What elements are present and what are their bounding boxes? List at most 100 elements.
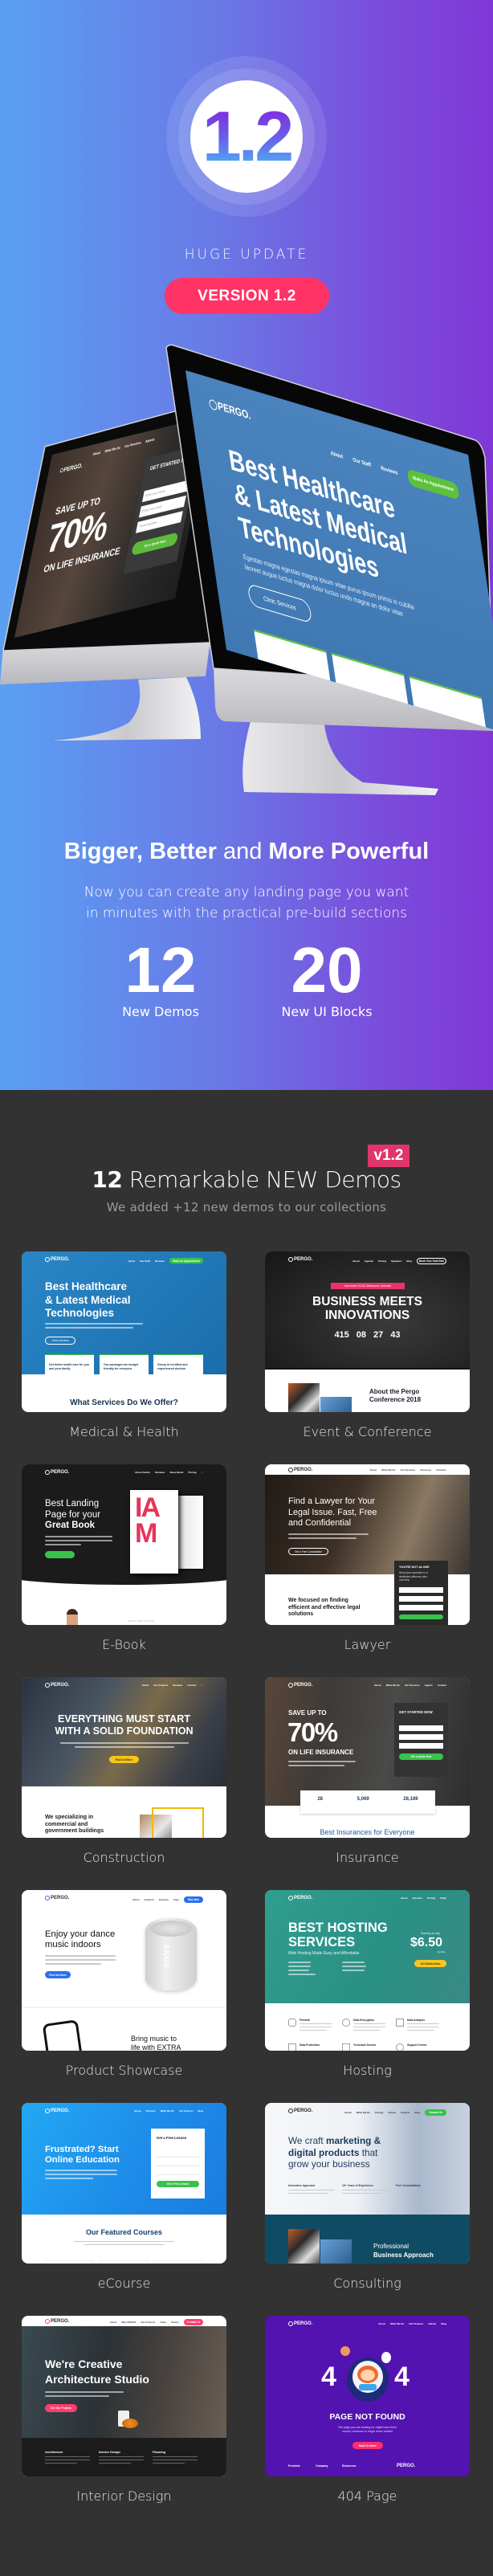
demo-insurance[interactable]: PERGO. About What We Do Our Services Agents… [265, 1677, 470, 1878]
photo [288, 1383, 320, 1412]
demo-interior-design[interactable]: PERGO. About Why PERGO Our Projects Team Cli… [22, 2316, 226, 2517]
demo-ecourse[interactable]: PERGO. About Reviews What We Do Our Experts… [22, 2103, 226, 2304]
nav-link[interactable]: Reviews [381, 466, 398, 476]
demo-thumbnail[interactable]: PERGO. About Agenda Pricing Speakers Blog Boo… [265, 1251, 470, 1412]
headline: We're Creative Architecture Studio [45, 2358, 149, 2386]
section-title: We focused on finding efficient and effec… [288, 1598, 361, 1617]
nav: About What We Do Our Projects Clients Blog [378, 2322, 446, 2325]
demo-label: Product Showcase [65, 2063, 183, 2078]
features-headline: Bigger, Better and More Powerful [63, 839, 430, 864]
nav: About What We Do Our Services Agents Contact [374, 1684, 446, 1687]
button: Back To Home [352, 2442, 383, 2449]
headline: Find a Lawyer for Your Legal Issue. Fast,… [288, 1496, 377, 1529]
price: $6.50 [410, 1936, 443, 1949]
demo-label: Lawyer [344, 1637, 391, 1652]
nav: About Reviews What We Do Our Experts Blog [134, 2109, 203, 2113]
buy-button [45, 1551, 75, 1558]
demo-event-conference[interactable]: PERGO. About Agenda Pricing Speakers Blog Boo… [265, 1251, 470, 1452]
price-label: Starting at only [421, 1932, 440, 1935]
section-title: Our Featured Courses [85, 2228, 163, 2236]
demo-medical-health[interactable]: PERGO. About Our Staff Reviews Make An Appo… [22, 1251, 226, 1452]
logo: PERGO. [45, 1896, 69, 1900]
logo: PERGO. [288, 2321, 312, 2326]
info-box: Our packages are budget friendly for eve… [100, 1354, 149, 1393]
demo-lawyer[interactable]: PERGO. About What We Do Our Services Attorn… [265, 1464, 470, 1665]
features-paragraph: Now you can create any landing page you … [84, 884, 409, 921]
demo-thumbnail[interactable]: PERGO. About What We Do Our Services Agents… [265, 1677, 470, 1838]
cta-button: Make An Appointment [169, 1258, 203, 1264]
headline: BUSINESS MEETS INNOVATIONS [312, 1295, 422, 1322]
demo-thumbnail[interactable]: PERGO. About What We Do Pricing Clients Expe… [265, 2103, 470, 2264]
nav: About Services Pricing FAQs [400, 1896, 446, 1900]
logo: PERGO. [45, 2319, 69, 2324]
button: Find Out More [45, 1971, 71, 1978]
version-badge: v1.2 [368, 1145, 409, 1167]
speaker-image: SONY [145, 1918, 197, 1990]
column-title: Architecture [45, 2451, 63, 2454]
button: Get a Free Consultation [288, 1548, 328, 1555]
headline: EVERYTHING MUST START WITH A SOLID FOUNDA… [55, 1713, 194, 1737]
demo-ebook[interactable]: PERGO. About Author Reviews About Book Pric… [22, 1464, 226, 1665]
nav: About Our Staff Reviews Make An Appointment [128, 1258, 203, 1264]
demo-thumbnail[interactable]: PERGO. About Why PERGO Our Projects Team Cli… [22, 2316, 226, 2476]
demos-subtitle: We added +12 new demos to our collection… [106, 1200, 387, 1215]
error-digit: 4 [321, 2362, 336, 2392]
cta-button: Contact Us [184, 2319, 203, 2325]
section-title: Best Insurances for Everyone [320, 1828, 415, 1836]
demo-thumbnail[interactable]: PERGO. About Features Reviews Faqs Buy Now E… [22, 1890, 226, 2051]
demo-label: Event & Conference [303, 1424, 432, 1439]
nav-link[interactable]: About [330, 451, 343, 460]
feature-title: Innovative Approach [288, 2184, 316, 2187]
headline: BEST HOSTING SERVICES [288, 1921, 388, 1949]
promo-sub: ON LIFE INSURANCE [288, 1749, 354, 1756]
demo-label: Consulting [333, 2276, 401, 2291]
big-monitor-stand [242, 721, 438, 795]
logo: PERGO. [288, 1468, 312, 1472]
promo-kicker: SAVE UP TO [288, 1709, 327, 1717]
demo-consulting[interactable]: PERGO. About What We Do Pricing Clients Expe… [265, 2103, 470, 2304]
demo-label: Insurance [336, 1850, 399, 1865]
demo-construction[interactable]: PERGO. About Our Projects Reviews Contact ✓ … [22, 1677, 226, 1878]
button: Get Started Now [414, 1960, 446, 1967]
demo-thumbnail[interactable]: PERGO. About Our Projects Reviews Contact ✓ … [22, 1677, 226, 1838]
image-frame [152, 1807, 204, 1838]
logo: PERGO. [45, 1683, 69, 1688]
astronaut-icon [347, 2358, 389, 2402]
hero-section: 1.2 HUGE UPDATE VERSION 1.2 PERGO. About… [0, 0, 493, 1090]
about-title: About the Pergo Conference 2018 [369, 1388, 422, 1403]
demo-thumbnail[interactable]: PERGO. About Author Reviews About Book Pric… [22, 1464, 226, 1625]
logo: PERGO. [45, 1470, 69, 1475]
section-label: ABOUT THE AUTHOR [128, 1619, 155, 1623]
nav-link[interactable]: Our Staff [352, 458, 372, 469]
cta-button: Buy Now [184, 1896, 203, 1903]
planet-icon [340, 2346, 350, 2356]
demo-thumbnail[interactable]: PERGO. About What We Do Our Services Attorn… [265, 1464, 470, 1625]
logo: PERGO. [288, 1896, 312, 1900]
nav: About Author Reviews About Book Pricing ✓ [135, 1471, 203, 1474]
demo-thumbnail[interactable]: PERGO. About Services Pricing FAQs BEST HOS… [265, 1890, 470, 2051]
feature-title: Data Encryption [353, 2019, 374, 2022]
feature-title: Technical Service [353, 2043, 377, 2047]
demo-product-showcase[interactable]: PERGO. About Features Reviews Faqs Buy Now E… [22, 1890, 226, 2091]
moon-icon [381, 2352, 391, 2363]
demo-404-page[interactable]: PERGO. About What We Do Our Projects Client… [265, 2316, 470, 2517]
footer-heading: Products [288, 2464, 300, 2468]
nav: About What We Do Pricing Clients Experts Blog… [344, 2109, 446, 2116]
demo-hosting[interactable]: PERGO. About Services Pricing FAQs BEST HOS… [265, 1890, 470, 2091]
book-back [174, 1496, 203, 1569]
countdown: 415 08 27 43 [334, 1330, 401, 1340]
stat-new-ui-blocks: 20 New UI Blocks [281, 934, 373, 1020]
button: Clinic Services [45, 1337, 75, 1345]
feature-title: Support Center [407, 2043, 427, 2047]
section-title: We specializing in commercial and governme… [45, 1815, 104, 1834]
photo [288, 2229, 320, 2264]
demo-thumbnail[interactable]: PERGO. About Reviews What We Do Our Experts… [22, 2103, 226, 2264]
nav: About Our Projects Reviews Contact ✓ [141, 1684, 203, 1687]
appointment-button[interactable]: Make An Appointment [406, 468, 460, 500]
demo-label: E-Book [102, 1637, 146, 1652]
author-photo [67, 1609, 78, 1625]
demo-thumbnail[interactable]: PERGO. About What We Do Our Projects Client… [265, 2316, 470, 2476]
demo-thumbnail[interactable]: PERGO. About Our Staff Reviews Make An Appo… [22, 1251, 226, 1412]
nav: About Why PERGO Our Projects Team Clients Con… [110, 2319, 203, 2325]
feature-title: Firewall [299, 2019, 310, 2022]
